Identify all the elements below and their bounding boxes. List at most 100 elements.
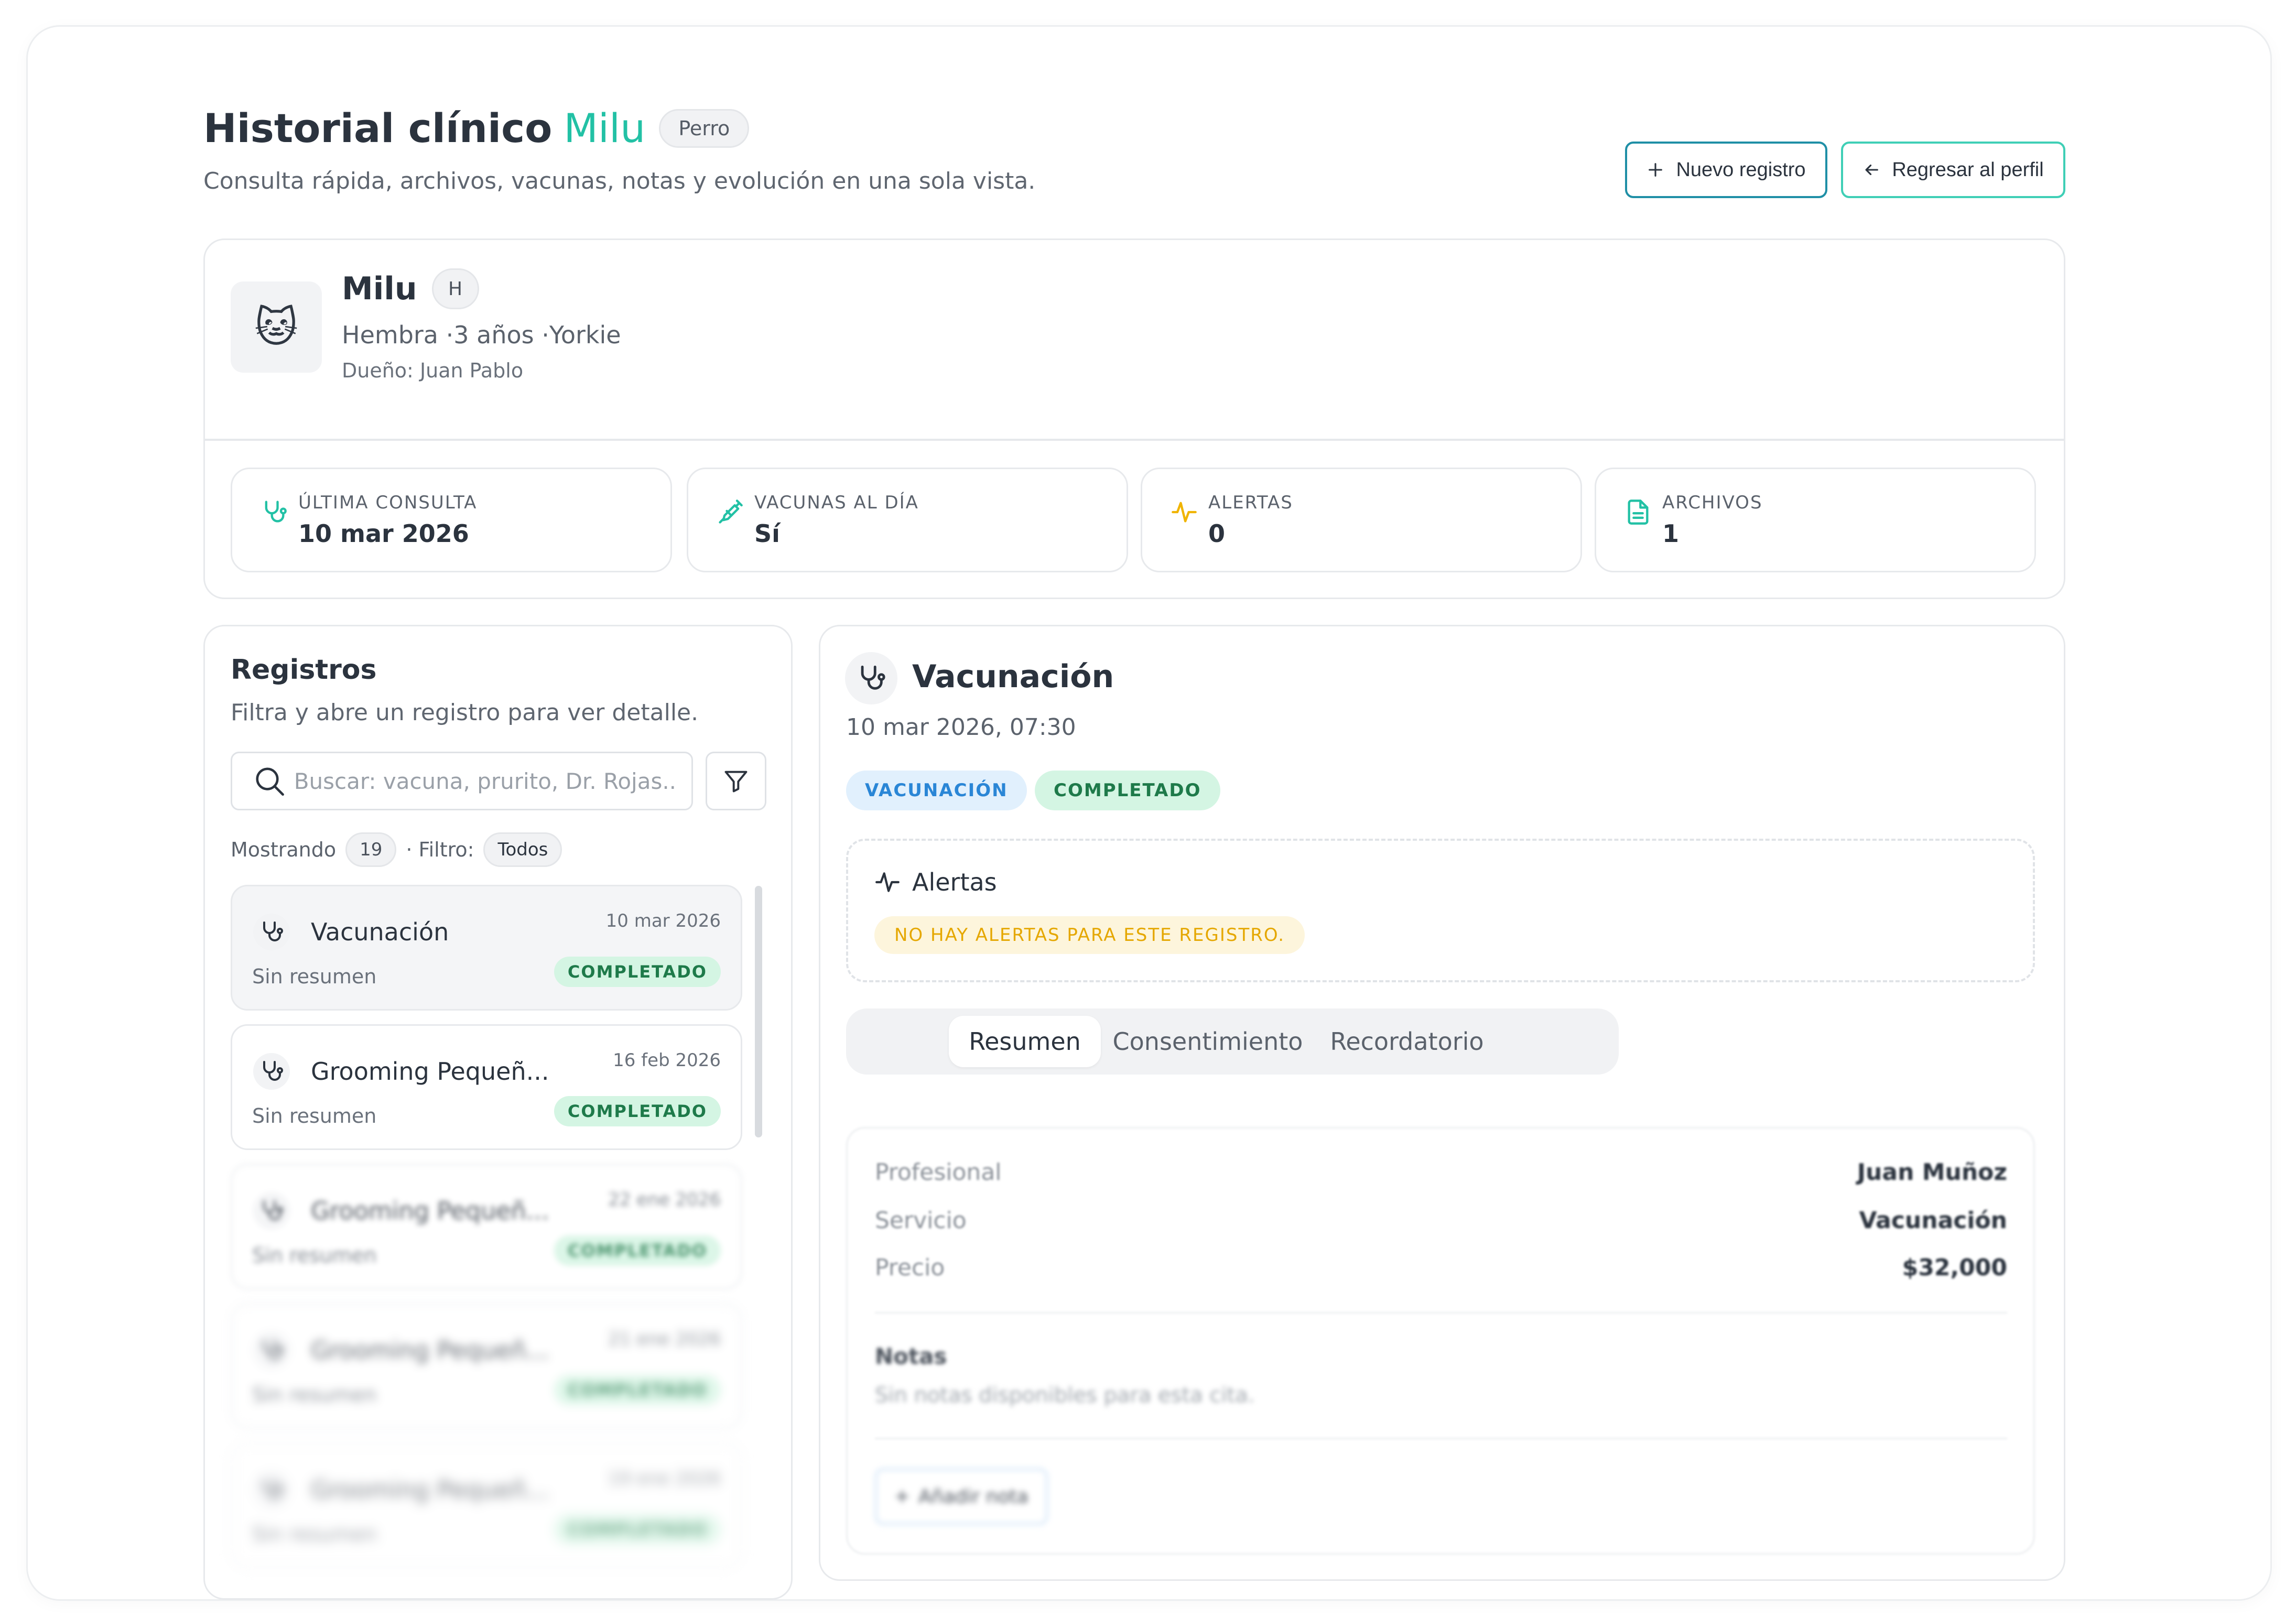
- sex-badge: H: [431, 268, 479, 309]
- alerts-box: [846, 839, 2035, 982]
- records-scrollbar[interactable]: [755, 886, 762, 1137]
- activity-icon: [875, 872, 900, 892]
- record-status-badge: COMPLETADO: [554, 1235, 721, 1266]
- stat-label: VACUNAS AL DÍA: [754, 492, 919, 513]
- status-tag: COMPLETADO: [1035, 771, 1220, 810]
- stat-value: Sí: [754, 519, 780, 548]
- page-title-text: Historial clínico: [203, 105, 553, 151]
- record-status-badge: COMPLETADO: [554, 957, 721, 987]
- stethoscope-icon: [265, 501, 287, 523]
- summary-value: Juan Muñoz: [1857, 1159, 2007, 1186]
- record-item[interactable]: Grooming Pequeñ... 21 ene 2026 Sin resum…: [231, 1303, 742, 1429]
- stat-label: ALERTAS: [1208, 492, 1293, 513]
- showing-label: Mostrando: [231, 838, 337, 861]
- search-input[interactable]: [293, 767, 691, 795]
- summary-value: Vacunación: [1859, 1207, 2007, 1234]
- record-summary: Sin resumen: [252, 1383, 377, 1406]
- record-date: 19 ene 2026: [608, 1468, 721, 1489]
- summary-row: Precio $32,000: [875, 1254, 2007, 1281]
- record-date: 21 ene 2026: [608, 1329, 721, 1350]
- record-name: Grooming Pequeñ...: [311, 1336, 549, 1364]
- species-badge: Perro: [659, 109, 750, 148]
- record-item[interactable]: Vacunación 10 mar 2026 Sin resumen COMPL…: [231, 885, 742, 1011]
- record-summary: Sin resumen: [252, 965, 377, 988]
- add-note-label: Añadir nota: [918, 1485, 1028, 1507]
- filter-label: · Filtro:: [406, 838, 474, 861]
- summary-key: Precio: [875, 1254, 945, 1281]
- stethoscope-icon: [253, 1471, 290, 1508]
- detail-tabs: Resumen Consentimiento Recordatorio: [846, 1008, 1619, 1075]
- tab-consentimiento[interactable]: Consentimiento: [1108, 1016, 1307, 1067]
- notes-text: Sin notas disponibles para esta cita.: [875, 1383, 1255, 1407]
- tab-recordatorio[interactable]: Recordatorio: [1318, 1016, 1496, 1067]
- filter-value-badge[interactable]: Todos: [483, 832, 562, 867]
- patient-info: Hembra ·3 años ·Yorkie: [342, 321, 621, 349]
- record-summary: Sin resumen: [252, 1104, 377, 1127]
- patient-name-row: Milu H: [342, 268, 479, 309]
- summary-key: Profesional: [875, 1159, 1002, 1186]
- alerts-title: Alertas: [874, 868, 997, 896]
- stethoscope-icon: [845, 652, 897, 704]
- page-title: Historial clínico Milu Perro: [203, 105, 750, 151]
- syringe-icon: [719, 500, 743, 524]
- record-name: Grooming Pequeñ...: [311, 1197, 549, 1225]
- stat-value: 0: [1208, 519, 1226, 548]
- record-status-badge: COMPLETADO: [554, 1375, 721, 1405]
- record-name: Grooming Pequeñ...: [311, 1057, 549, 1086]
- stethoscope-icon: [253, 914, 290, 950]
- card-divider: [205, 439, 2064, 441]
- record-date: 22 ene 2026: [608, 1189, 721, 1210]
- arrow-left-icon: [1865, 164, 1879, 176]
- stat-value: 1: [1662, 519, 1680, 548]
- stat-last-consultation: ÚLTIMA CONSULTA 10 mar 2026: [231, 468, 672, 572]
- back-to-profile-button[interactable]: Regresar al perfil: [1841, 142, 2065, 198]
- detail-datetime: 10 mar 2026, 07:30: [846, 714, 1076, 741]
- records-title: Registros: [231, 654, 377, 686]
- search-box[interactable]: [231, 752, 693, 810]
- notes-divider: [875, 1438, 2007, 1439]
- stat-vaccines: VACUNAS AL DÍA Sí: [687, 468, 1128, 572]
- stat-files: ARCHIVOS 1: [1595, 468, 2036, 572]
- stat-label: ÚLTIMA CONSULTA: [298, 492, 478, 513]
- new-record-button[interactable]: Nuevo registro: [1625, 142, 1827, 198]
- page-subtitle: Consulta rápida, archivos, vacunas, nota…: [203, 168, 1036, 194]
- record-name: Grooming Pequeñ...: [311, 1476, 549, 1504]
- search-icon: [256, 767, 284, 796]
- notes-title: Notas: [875, 1343, 947, 1369]
- summary-card: Profesional Juan Muñoz Servicio Vacunaci…: [846, 1127, 2035, 1555]
- record-status-badge: COMPLETADO: [554, 1096, 721, 1126]
- detail-title: Vacunación: [912, 658, 1114, 695]
- record-item[interactable]: Grooming Pequeñ... 19 ene 2026 Sin resum…: [231, 1443, 742, 1568]
- record-item[interactable]: Grooming Pequeñ... 16 feb 2026 Sin resum…: [231, 1024, 742, 1150]
- stethoscope-icon: [253, 1053, 290, 1090]
- plus-icon: [1649, 163, 1663, 177]
- record-status-badge: COMPLETADO: [554, 1514, 721, 1545]
- type-tag: VACUNACIÓN: [846, 771, 1027, 810]
- record-date: 16 feb 2026: [613, 1050, 721, 1071]
- stat-value: 10 mar 2026: [298, 519, 469, 548]
- stat-alerts: ALERTAS 0: [1141, 468, 1582, 572]
- record-summary: Sin resumen: [252, 1523, 377, 1546]
- filter-button[interactable]: [706, 752, 766, 810]
- patient-name: Milu: [342, 270, 417, 307]
- alerts-message: NO HAY ALERTAS PARA ESTE REGISTRO.: [874, 916, 1305, 954]
- plus-icon: [896, 1490, 908, 1503]
- record-item[interactable]: Grooming Pequeñ... 22 ene 2026 Sin resum…: [231, 1164, 742, 1289]
- tab-resumen[interactable]: Resumen: [949, 1016, 1101, 1067]
- new-record-label: Nuevo registro: [1676, 158, 1806, 181]
- cat-face-icon: 🐱: [254, 302, 298, 352]
- add-note-button[interactable]: Añadir nota: [875, 1468, 1048, 1525]
- activity-icon: [1172, 502, 1197, 523]
- back-to-profile-label: Regresar al perfil: [1892, 158, 2044, 181]
- stethoscope-icon: [253, 1192, 290, 1229]
- record-date: 10 mar 2026: [605, 910, 721, 931]
- filter-icon: [724, 771, 748, 793]
- stethoscope-icon: [253, 1332, 290, 1369]
- showing-row: Mostrando 19 · Filtro: Todos: [231, 832, 562, 867]
- summary-key: Servicio: [875, 1207, 967, 1234]
- summary-row: Profesional Juan Muñoz: [875, 1159, 2007, 1186]
- summary-divider: [875, 1312, 2007, 1314]
- pet-avatar: 🐱: [231, 281, 322, 373]
- alerts-title-text: Alertas: [912, 868, 997, 896]
- showing-count-badge: 19: [345, 832, 397, 867]
